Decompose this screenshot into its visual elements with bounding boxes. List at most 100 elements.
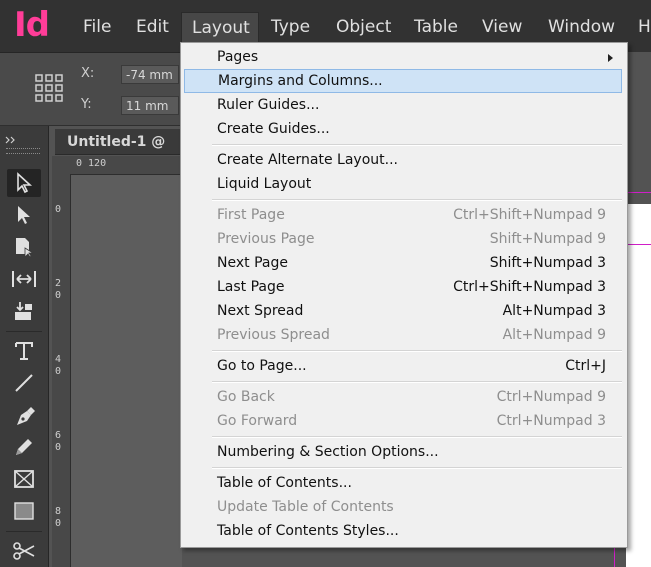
page-canvas-edge [614, 52, 651, 567]
menu-view[interactable]: View [472, 12, 532, 42]
menu-object[interactable]: Object [326, 12, 401, 42]
menu-table[interactable]: Table [404, 12, 468, 42]
menu-item-ruler-guides[interactable]: Ruler Guides... [184, 94, 622, 116]
margin-guide [626, 244, 651, 245]
menu-item-label: Create Guides... [217, 121, 330, 137]
ruler-mark: 8 [55, 506, 62, 517]
menu-item-next-page[interactable]: Next Page Shift+Numpad 3 [184, 252, 622, 274]
tools-panel [0, 126, 49, 567]
menu-item-go-forward: Go Forward Ctrl+Numpad 3 [184, 410, 622, 432]
margin-guide [626, 192, 651, 193]
menu-item-shortcut: Ctrl+J [565, 358, 606, 374]
reference-point-icon[interactable] [34, 73, 64, 103]
menu-item-pages[interactable]: Pages [184, 46, 622, 68]
document-page[interactable] [626, 204, 651, 567]
horizontal-ruler[interactable]: 0 120 [52, 156, 182, 175]
menu-separator [212, 467, 622, 469]
menu-file[interactable]: File [73, 12, 121, 42]
selection-arrow-icon[interactable] [7, 169, 41, 197]
ruler-mark: 4 [55, 354, 62, 365]
menu-item-label: Next Spread [217, 303, 304, 319]
menu-layout[interactable]: Layout [181, 12, 259, 42]
menu-item-go-back: Go Back Ctrl+Numpad 9 [184, 386, 622, 408]
menu-separator [212, 144, 622, 146]
menu-item-shortcut: Ctrl+Shift+Numpad 9 [453, 207, 606, 223]
menu-type[interactable]: Type [261, 12, 320, 42]
menu-item-last-page[interactable]: Last Page Ctrl+Shift+Numpad 3 [184, 276, 622, 298]
menu-item-table-of-contents[interactable]: Table of Contents... [184, 472, 622, 494]
rectangle-frame-icon[interactable] [7, 465, 41, 493]
menu-item-label: Pages [217, 49, 259, 65]
menu-item-shortcut: Ctrl+Shift+Numpad 3 [453, 279, 606, 295]
menu-item-label: Numbering & Section Options... [217, 444, 439, 460]
x-label: X: [81, 66, 95, 81]
menu-item-shortcut: Shift+Numpad 3 [489, 255, 606, 271]
menu-item-label: Ruler Guides... [217, 97, 320, 113]
menu-item-label: Liquid Layout [217, 176, 312, 192]
y-position-input[interactable] [121, 96, 179, 115]
menu-item-label: Go to Page... [217, 358, 307, 374]
menu-item-numbering-section-options[interactable]: Numbering & Section Options... [184, 441, 622, 463]
pencil-tool-icon[interactable] [7, 433, 41, 461]
menu-item-label: Last Page [217, 279, 285, 295]
menu-item-shortcut: Alt+Numpad 3 [502, 303, 606, 319]
tools-divider [6, 331, 42, 332]
pasteboard-strip [626, 52, 651, 204]
menu-item-create-guides[interactable]: Create Guides... [184, 118, 622, 140]
submenu-arrow-icon [608, 54, 613, 62]
menu-item-next-spread[interactable]: Next Spread Alt+Numpad 3 [184, 300, 622, 322]
menu-item-first-page: First Page Ctrl+Shift+Numpad 9 [184, 204, 622, 226]
menu-item-label: Previous Spread [217, 327, 330, 343]
panel-grip[interactable] [6, 148, 40, 154]
ruler-mark: 6 [55, 430, 62, 441]
menu-separator [212, 381, 622, 383]
line-tool-icon[interactable] [7, 369, 41, 397]
collapse-panel-icon[interactable] [4, 130, 18, 144]
menu-separator [212, 350, 622, 352]
content-collector-icon[interactable] [7, 297, 41, 325]
ruler-mark: 0 [55, 518, 62, 529]
menu-help[interactable]: H [628, 12, 651, 42]
rectangle-tool-icon[interactable] [7, 497, 41, 525]
ruler-mark: 0 [55, 204, 62, 215]
menu-separator [212, 436, 622, 438]
menu-item-label: First Page [217, 207, 285, 223]
menu-item-label: Margins and Columns... [218, 73, 383, 89]
menu-item-margins-and-columns[interactable]: Margins and Columns... [184, 69, 622, 93]
menu-window[interactable]: Window [538, 12, 625, 42]
vertical-ruler[interactable]: 0 2 0 4 0 6 0 8 0 [52, 174, 71, 567]
menu-item-shortcut: Ctrl+Numpad 9 [496, 389, 606, 405]
type-tool-icon[interactable] [7, 337, 41, 365]
scissors-icon[interactable] [7, 537, 41, 565]
menu-item-label: Table of Contents... [217, 475, 352, 491]
pen-tool-icon[interactable] [7, 403, 41, 431]
direct-selection-icon[interactable] [7, 201, 41, 229]
menu-edit[interactable]: Edit [126, 12, 179, 42]
page-tool-icon[interactable] [7, 233, 41, 261]
y-label: Y: [81, 97, 92, 112]
menu-item-liquid-layout[interactable]: Liquid Layout [184, 173, 622, 195]
menu-item-update-table-of-contents: Update Table of Contents [184, 496, 622, 518]
menu-item-shortcut: Ctrl+Numpad 3 [496, 413, 606, 429]
ruler-mark: 2 [55, 278, 62, 289]
menu-item-shortcut: Shift+Numpad 9 [489, 231, 606, 247]
ruler-mark: 0 [55, 290, 62, 301]
tools-divider [6, 531, 42, 532]
menu-item-shortcut: Alt+Numpad 9 [502, 327, 606, 343]
menu-item-previous-spread: Previous Spread Alt+Numpad 9 [184, 324, 622, 346]
document-tab[interactable]: Untitled-1 @ 79 [55, 129, 185, 176]
gap-tool-icon[interactable] [7, 265, 41, 293]
pasteboard[interactable] [71, 175, 182, 567]
x-position-input[interactable] [121, 65, 179, 84]
menu-item-table-of-contents-styles[interactable]: Table of Contents Styles... [184, 520, 622, 542]
app-logo: Id [14, 5, 50, 45]
menu-item-label: Previous Page [217, 231, 315, 247]
menu-item-label: Table of Contents Styles... [217, 523, 399, 539]
menu-item-label: Go Forward [217, 413, 298, 429]
menu-item-create-alternate-layout[interactable]: Create Alternate Layout... [184, 149, 622, 171]
layout-menu-dropdown: Pages Margins and Columns... Ruler Guide… [180, 42, 628, 548]
menu-item-label: Next Page [217, 255, 288, 271]
menu-item-previous-page: Previous Page Shift+Numpad 9 [184, 228, 622, 250]
menu-item-go-to-page[interactable]: Go to Page... Ctrl+J [184, 355, 622, 377]
ruler-mark: 0 [55, 366, 62, 377]
